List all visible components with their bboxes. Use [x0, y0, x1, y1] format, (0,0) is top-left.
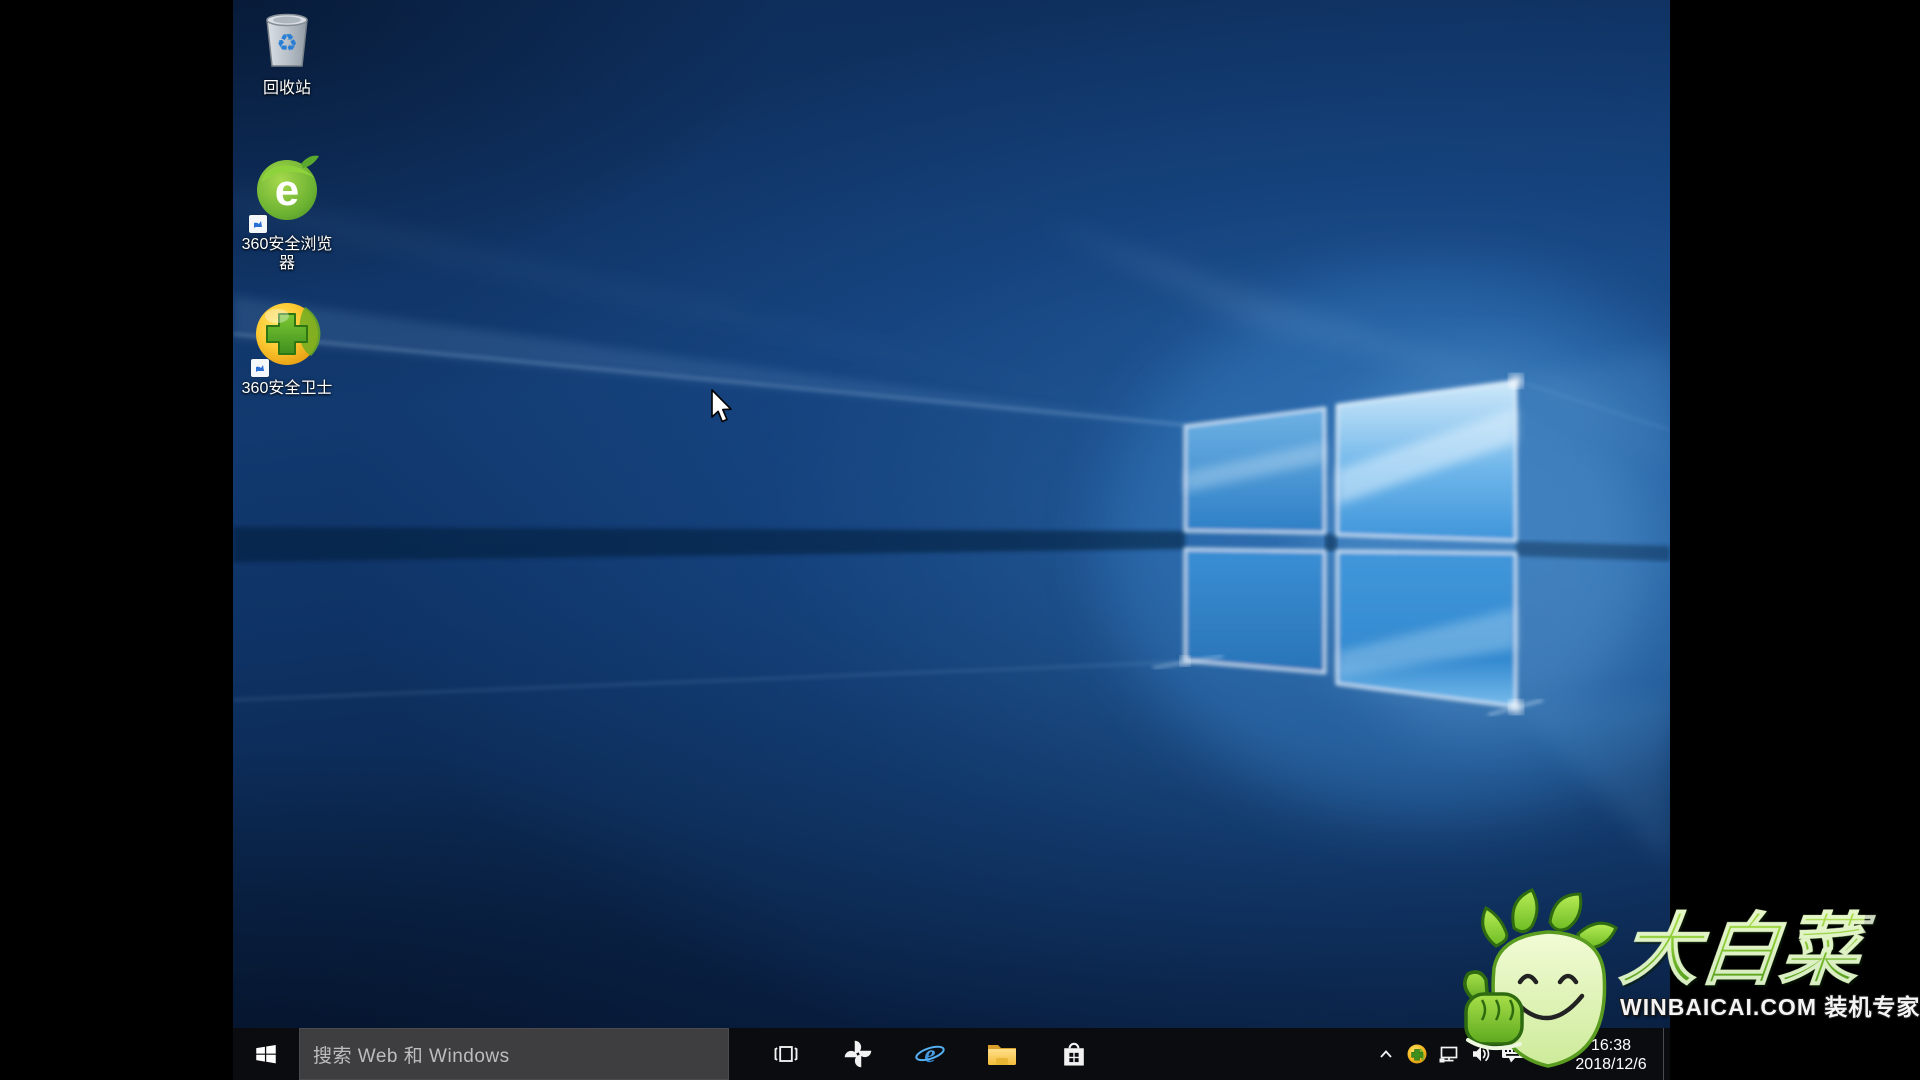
wallpaper-art: [233, 0, 1670, 1080]
show-desktop-button[interactable]: [1663, 1028, 1664, 1080]
shortcut-arrow-icon: [249, 215, 267, 233]
show-hidden-icons-button[interactable]: [1371, 1028, 1401, 1080]
svg-text:♻: ♻: [276, 29, 298, 57]
speaker-icon: [1469, 1042, 1493, 1066]
clock-time: 16:38: [1575, 1036, 1646, 1055]
task-view-icon: [772, 1040, 800, 1068]
windows-store-button[interactable]: [1038, 1028, 1110, 1080]
desktop-icon-label: 回收站: [263, 79, 311, 98]
taskbar-buttons: e: [750, 1028, 1110, 1080]
internet-explorer-button[interactable]: e: [894, 1028, 966, 1080]
360-guard-tray-button[interactable]: [1401, 1028, 1433, 1080]
svg-text:e: e: [924, 1041, 935, 1068]
internet-explorer-icon: e: [914, 1038, 946, 1070]
desktop: ♻ 回收站 e: [233, 0, 1670, 1080]
chevron-up-icon: [1377, 1045, 1395, 1063]
recycle-bin-icon: ♻: [259, 8, 315, 75]
pinwheel-app-button[interactable]: [822, 1028, 894, 1080]
360-browser-icon: e: [251, 148, 323, 231]
windows-logo-icon: [253, 1041, 279, 1067]
touch-keyboard-icon: [1500, 1042, 1526, 1066]
search-placeholder: 搜索 Web 和 Windows: [313, 1041, 510, 1068]
windows-store-icon: [1060, 1039, 1088, 1069]
desktop-icon-360-guard[interactable]: 360安全卫士: [235, 298, 339, 398]
language-label: 英: [1536, 1041, 1555, 1068]
start-button[interactable]: [233, 1028, 299, 1080]
touch-keyboard-tray-button[interactable]: [1497, 1028, 1529, 1080]
desktop-icon-label: 360安全卫士: [242, 379, 333, 398]
desktop-icon-recycle-bin[interactable]: ♻ 回收站: [235, 8, 339, 98]
network-icon: [1437, 1042, 1461, 1066]
taskbar: 搜索 Web 和 Windows: [233, 1028, 1670, 1080]
clock-date: 2018/12/6: [1575, 1055, 1646, 1074]
shortcut-arrow-icon: [251, 359, 269, 377]
taskbar-search-input[interactable]: 搜索 Web 和 Windows: [299, 1028, 729, 1080]
windows-hero-wallpaper: [233, 0, 1670, 1080]
file-explorer-button[interactable]: [966, 1028, 1038, 1080]
language-indicator[interactable]: 英: [1529, 1028, 1563, 1080]
volume-tray-button[interactable]: [1465, 1028, 1497, 1080]
file-explorer-icon: [986, 1040, 1018, 1068]
360-guard-tray-icon: [1406, 1043, 1428, 1065]
pinwheel-icon: [843, 1039, 873, 1069]
task-view-button[interactable]: [750, 1028, 822, 1080]
screen: ♻ 回收站 e: [0, 0, 1920, 1080]
system-tray: 英 16:38 2018/12/6: [1371, 1028, 1664, 1080]
desktop-icon-label: 360安全浏览器: [235, 235, 339, 273]
desktop-icon-360-browser[interactable]: e 360安全浏览器: [235, 148, 339, 273]
network-tray-button[interactable]: [1433, 1028, 1465, 1080]
clock[interactable]: 16:38 2018/12/6: [1563, 1028, 1659, 1080]
360-guard-icon: [253, 298, 321, 375]
